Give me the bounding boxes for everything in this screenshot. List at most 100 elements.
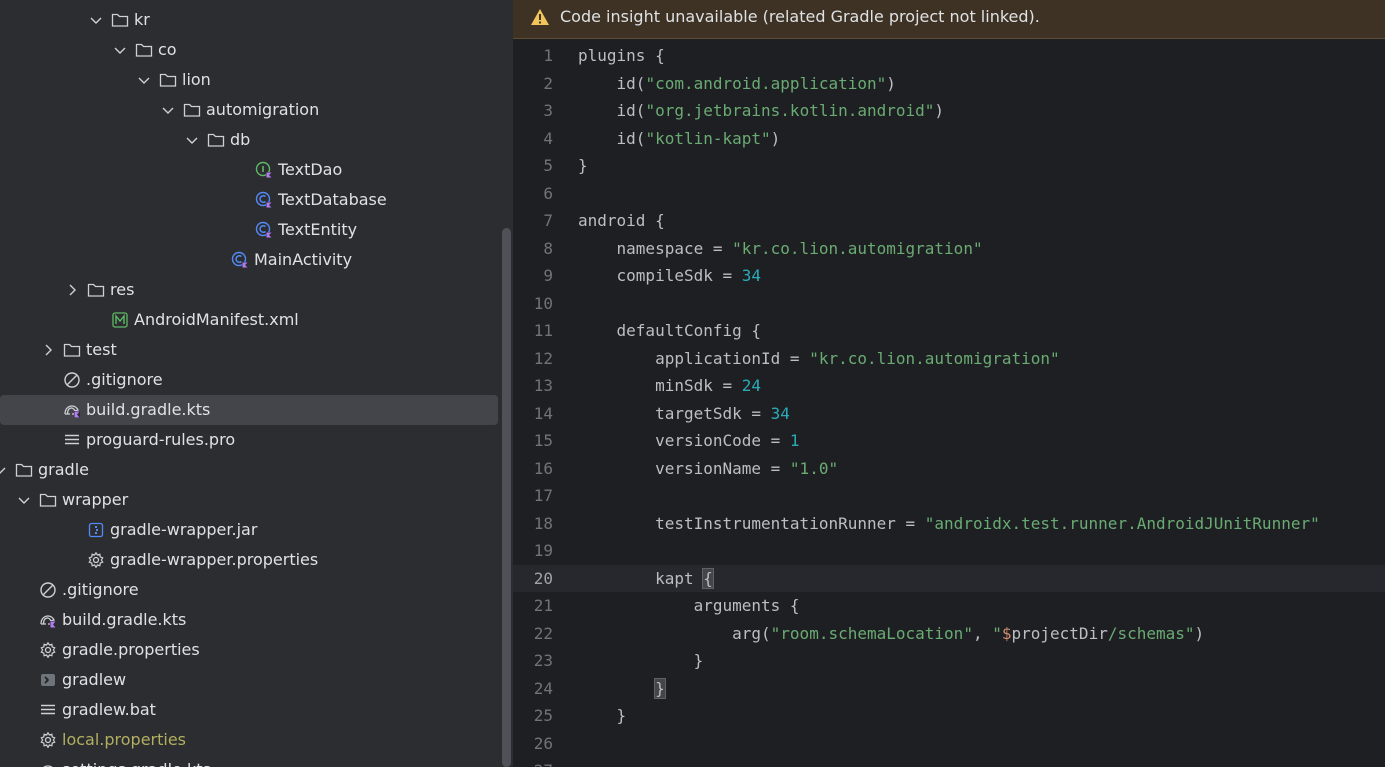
code-line[interactable]: 12 applicationId = "kr.co.lion.automigra… — [513, 345, 1385, 373]
code-line[interactable]: 5} — [513, 152, 1385, 180]
code-line[interactable]: 21 arguments { — [513, 592, 1385, 620]
line-number: 7 — [543, 211, 553, 230]
code-line[interactable]: 6 — [513, 180, 1385, 208]
tree-item[interactable]: proguard-rules.pro — [0, 425, 498, 455]
tree-item[interactable]: gradlew.bat — [0, 695, 498, 725]
chevron-down-icon[interactable] — [17, 493, 31, 507]
code-token: arg( — [578, 623, 771, 643]
code-line[interactable]: 2 id("com.android.application") — [513, 70, 1385, 98]
code-token: " — [992, 623, 1002, 643]
kotlin-class-icon — [255, 191, 272, 208]
chevron-right-icon[interactable] — [41, 343, 55, 357]
tree-item[interactable]: automigration — [0, 95, 498, 125]
tree-item[interactable]: gradlew — [0, 665, 498, 695]
code-line[interactable]: 15 versionCode = 1 — [513, 427, 1385, 455]
code-token: android { — [578, 211, 665, 230]
code-token: 34 — [741, 266, 762, 285]
line-number: 6 — [543, 183, 553, 203]
tree-item[interactable]: AndroidManifest.xml — [0, 305, 498, 335]
gitignore-icon — [64, 372, 80, 388]
tree-item-label: automigration — [206, 100, 320, 119]
tree-item[interactable]: build.gradle.kts — [0, 395, 498, 425]
tree-item[interactable]: co — [0, 35, 498, 65]
line-number: 12 — [533, 348, 553, 368]
code-line[interactable]: 9 compileSdk = 34 — [513, 262, 1385, 290]
line-number: 27 — [513, 757, 553, 767]
chevron-down-icon[interactable] — [161, 103, 175, 117]
code-token: { — [702, 567, 714, 589]
chevron-down-icon[interactable] — [185, 133, 199, 147]
tree-item[interactable]: res — [0, 275, 498, 305]
code-line[interactable]: 23 } — [513, 647, 1385, 675]
warning-icon — [531, 9, 549, 25]
code-line[interactable]: 17 — [513, 482, 1385, 510]
code-line[interactable]: 3 id("org.jetbrains.kotlin.android") — [513, 97, 1385, 125]
tree-item[interactable]: TextDatabase — [0, 185, 498, 215]
code-line[interactable]: 22 arg("room.schemaLocation", "$projectD… — [513, 620, 1385, 648]
tree-scrollbar-thumb[interactable] — [502, 228, 511, 767]
line-number: 1 — [543, 46, 553, 65]
code-line[interactable]: 25 } — [513, 702, 1385, 730]
tree-item[interactable]: .gitignore — [0, 575, 498, 605]
code-text: namespace = "kr.co.lion.automigration" — [578, 235, 983, 263]
code-area[interactable]: 1 plugins { 2 id("com.android.application"… — [513, 42, 1385, 767]
line-number: 9 — [543, 266, 553, 285]
code-line[interactable]: 1 plugins { — [513, 42, 1385, 70]
code-token: applicationId = — [578, 348, 810, 368]
code-line[interactable]: 4 id("kotlin-kapt") — [513, 125, 1385, 153]
tree-item[interactable]: .gitignore — [0, 365, 498, 395]
tree-item[interactable]: kr — [0, 5, 498, 35]
code-line[interactable]: 8 namespace = "kr.co.lion.automigration" — [513, 235, 1385, 263]
tree-item[interactable]: lion — [0, 65, 498, 95]
tree-item[interactable]: build.gradle.kts — [0, 605, 498, 635]
tree-item[interactable]: TextEntity — [0, 215, 498, 245]
line-number: 14 — [533, 403, 553, 423]
code-token: plugins { — [578, 46, 665, 65]
code-line[interactable]: 14 targetSdk = 34 — [513, 400, 1385, 428]
chevron-down-icon[interactable] — [89, 13, 103, 27]
chevron-down-icon[interactable] — [0, 463, 7, 477]
tree-item[interactable]: gradle.properties — [0, 635, 498, 665]
tree-item[interactable]: gradle — [0, 455, 498, 485]
code-editor[interactable]: Code insight unavailable (related Gradle… — [513, 0, 1385, 767]
chevron-right-icon[interactable] — [65, 283, 79, 297]
tree-item[interactable]: wrapper — [0, 485, 498, 515]
code-line[interactable]: 19 — [513, 537, 1385, 565]
banner-message: Code insight unavailable (related Gradle… — [560, 7, 1040, 26]
tree-item[interactable]: db — [0, 125, 498, 155]
code-line[interactable]: 24 } — [513, 675, 1385, 703]
jar-icon — [88, 522, 104, 538]
tree-item[interactable]: gradle-wrapper.jar — [0, 515, 498, 545]
tree-item-label: gradle-wrapper.properties — [110, 550, 319, 569]
tree-item[interactable]: gradle-wrapper.properties — [0, 545, 498, 575]
tree-item[interactable]: MainActivity — [0, 245, 498, 275]
tree-item[interactable]: local.properties — [0, 725, 498, 755]
tree-item-label: .gitignore — [86, 370, 163, 389]
kotlin-class-icon — [255, 221, 272, 238]
chevron-down-icon[interactable] — [113, 43, 127, 57]
line-number: 24 — [533, 678, 553, 698]
tree-item[interactable]: test — [0, 335, 498, 365]
code-line[interactable]: 11 defaultConfig { — [513, 317, 1385, 345]
code-line[interactable]: 7 android { — [513, 207, 1385, 235]
code-line[interactable]: 16 versionName = "1.0" — [513, 455, 1385, 483]
tree-item[interactable]: settings.gradle.kts — [0, 755, 498, 767]
code-line[interactable]: 18 testInstrumentationRunner = "androidx… — [513, 510, 1385, 538]
tree-item[interactable]: TextDao — [0, 155, 498, 185]
code-text: plugins { — [578, 42, 665, 70]
folder-icon — [63, 343, 81, 357]
tree-item-label: local.properties — [62, 730, 187, 749]
code-text: testInstrumentationRunner = "androidx.te… — [578, 510, 1320, 538]
code-line[interactable]: 26 — [513, 730, 1385, 758]
code-line[interactable]: 13 minSdk = 24 — [513, 372, 1385, 400]
chevron-down-icon[interactable] — [137, 73, 151, 87]
tree-item-label: gradle.properties — [62, 640, 200, 659]
tree-item-label: co — [158, 40, 177, 59]
gear-icon — [88, 551, 104, 569]
code-insight-banner: Code insight unavailable (related Gradle… — [513, 0, 1385, 39]
code-line[interactable]: 20 kapt { — [513, 564, 1385, 592]
code-line[interactable]: 27 — [513, 757, 1385, 767]
folder-icon — [39, 493, 57, 507]
code-line[interactable]: 10 — [513, 290, 1385, 318]
